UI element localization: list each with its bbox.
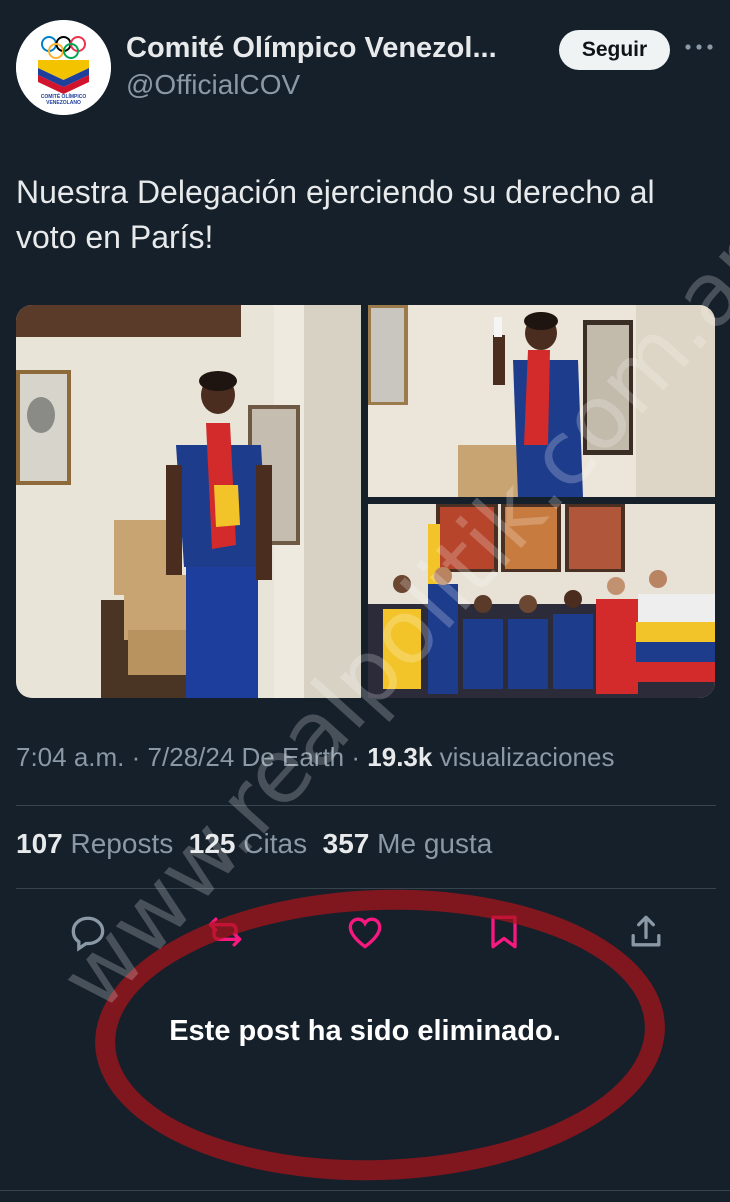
share-icon[interactable] bbox=[624, 910, 668, 954]
photo-athlete-voting[interactable] bbox=[16, 305, 361, 698]
likes-stat[interactable]: 357 Me gusta bbox=[323, 828, 493, 859]
divider bbox=[0, 1190, 730, 1191]
display-name[interactable]: Comité Olímpico Venezol... bbox=[126, 32, 497, 65]
reposts-count: 107 bbox=[16, 828, 63, 859]
views-label: visualizaciones bbox=[439, 742, 615, 772]
account-names: Comité Olímpico Venezol... @OfficialCOV bbox=[126, 32, 497, 101]
avatar[interactable]: COMITÉ OLÍMPICO VENEZOLANO bbox=[16, 20, 111, 115]
likes-label: Me gusta bbox=[377, 828, 493, 859]
post-header: COMITÉ OLÍMPICO VENEZOLANO Comité Olímpi… bbox=[16, 20, 716, 120]
handle[interactable]: @OfficialCOV bbox=[126, 69, 497, 101]
likes-count: 357 bbox=[322, 828, 370, 859]
post-time[interactable]: 7:04 a.m. bbox=[16, 742, 124, 772]
divider bbox=[16, 805, 716, 806]
logo-text: COMITÉ OLÍMPICO VENEZOLANO bbox=[40, 94, 87, 106]
meta-separator: · bbox=[131, 742, 141, 772]
views-count: 19.3k bbox=[367, 742, 433, 772]
more-icon[interactable] bbox=[684, 30, 714, 70]
post-text: Nuestra Delegación ejerciendo su derecho… bbox=[16, 174, 655, 255]
follow-button[interactable]: Seguir bbox=[559, 30, 670, 70]
